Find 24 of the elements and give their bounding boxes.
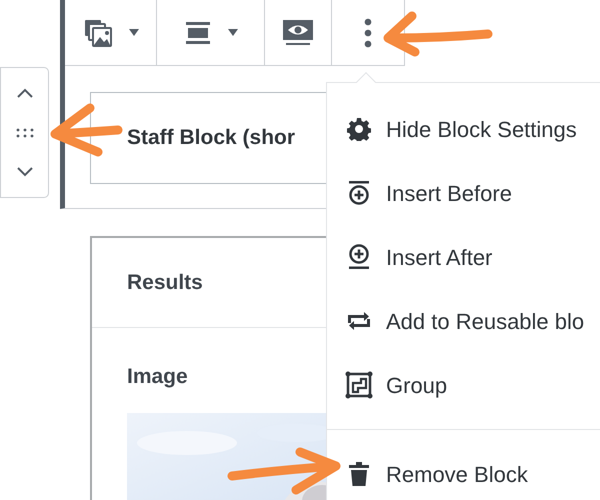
settings-icon — [347, 117, 371, 141]
menu-item[interactable]: Group — [327, 353, 600, 417]
menu-item[interactable]: Hide Block Settings — [327, 97, 600, 161]
caret-icon — [128, 29, 138, 36]
chevron-down-icon — [16, 167, 32, 177]
gallery-icon — [82, 18, 112, 48]
menu-item[interactable]: Insert Before — [327, 161, 600, 225]
image-label: Image — [127, 364, 188, 390]
drag-handle-icon — [16, 128, 34, 138]
block-title: Staff Block (shor — [127, 125, 296, 152]
monitor-eye-icon — [282, 18, 314, 46]
chevron-up-icon — [16, 88, 32, 98]
caret-icon — [228, 29, 238, 36]
group-icon — [345, 371, 373, 399]
insert-after-icon — [347, 244, 371, 270]
section-heading: Results — [127, 270, 203, 296]
arrow-annotation — [50, 104, 122, 156]
more-icon — [364, 18, 372, 48]
menu-item[interactable]: Remove Block — [327, 442, 600, 500]
trash-icon — [349, 462, 369, 486]
insert-before-icon — [347, 180, 371, 206]
menu-item[interactable]: Add to Reusable blo — [327, 289, 600, 353]
repeat-icon — [346, 310, 372, 332]
menu-item[interactable]: Insert After — [327, 225, 600, 289]
